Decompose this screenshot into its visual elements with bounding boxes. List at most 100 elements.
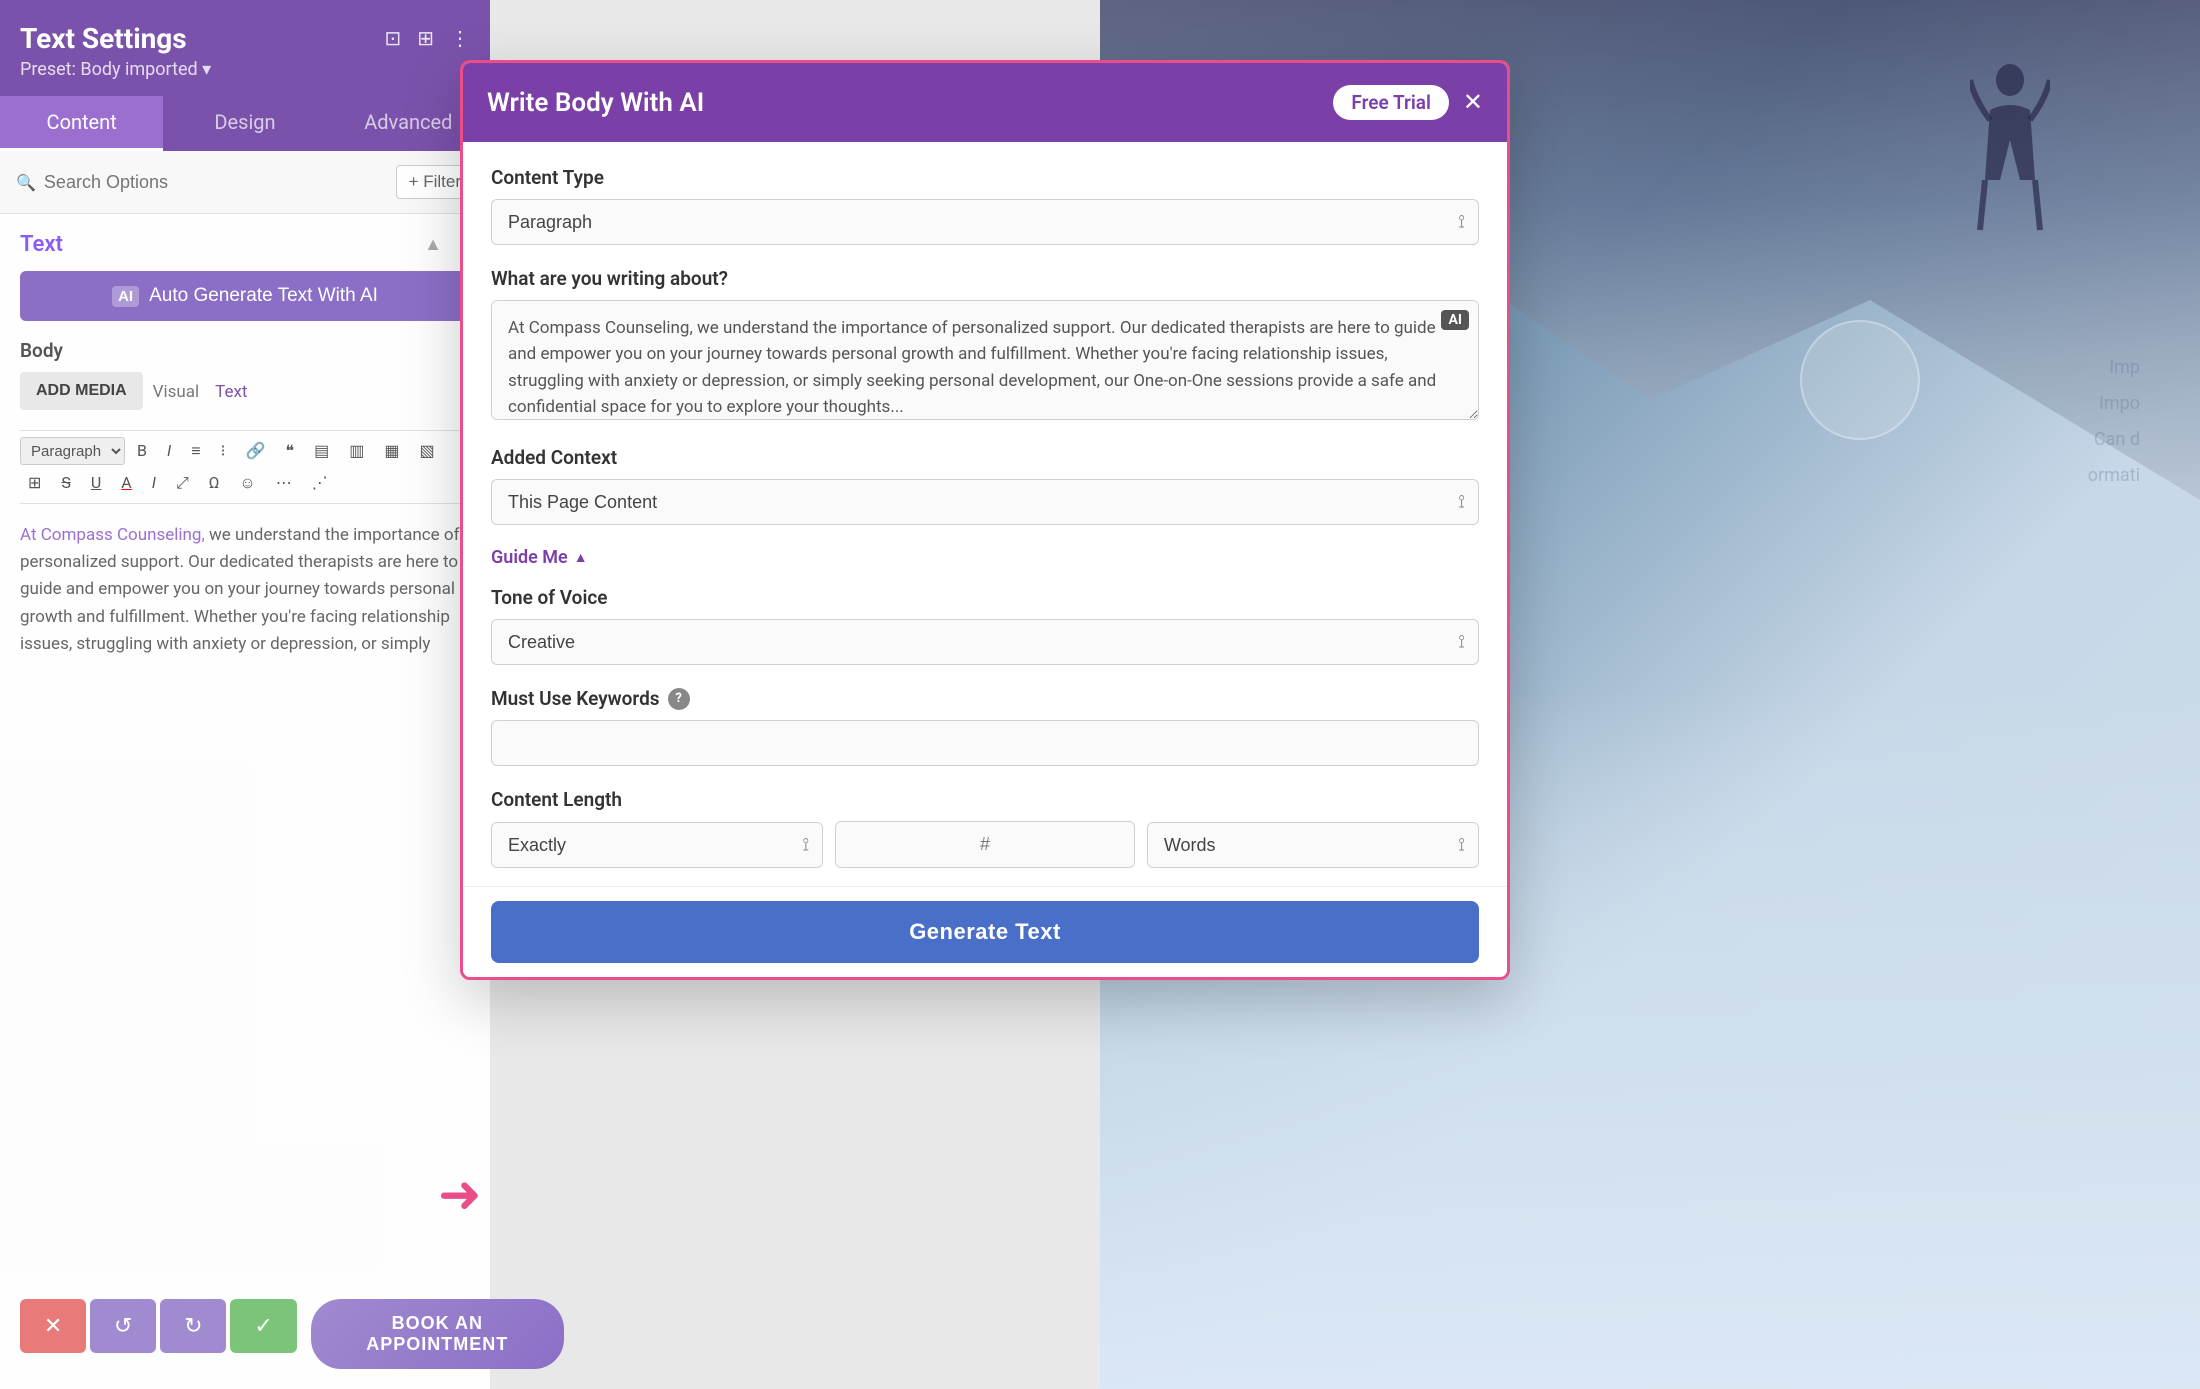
book-appointment-button[interactable]: BOOK AN APPOINTMENT bbox=[311, 1299, 564, 1369]
content-type-label: Content Type bbox=[491, 166, 1479, 189]
right-faint-text: ImpImpoCan dormati bbox=[1840, 350, 2140, 494]
modal-title: Write Body With AI bbox=[487, 88, 704, 118]
modal-header-right: Free Trial ✕ bbox=[1333, 85, 1483, 120]
align-center-button[interactable]: ▥ bbox=[341, 437, 372, 465]
panel-search-bar: 🔍 + Filter bbox=[0, 151, 490, 214]
expand-icon[interactable]: ⊡ bbox=[384, 26, 401, 50]
generate-text-button[interactable]: Generate Text bbox=[491, 901, 1479, 963]
person-silhouette bbox=[1970, 60, 2050, 240]
tab-design[interactable]: Design bbox=[163, 96, 326, 151]
keywords-group: Must Use Keywords ? bbox=[491, 687, 1479, 766]
content-type-group: Content Type Paragraph Heading List Quot… bbox=[491, 166, 1479, 245]
undo-button[interactable]: ↺ bbox=[90, 1299, 156, 1353]
arrow-indicator: ➜ bbox=[438, 1169, 482, 1221]
panel-header: Text Settings Preset: Body imported ▾ ⊡ … bbox=[0, 0, 490, 96]
added-context-select[interactable]: This Page Content None Custom bbox=[491, 479, 1479, 525]
paragraph-select[interactable]: Paragraph bbox=[20, 437, 125, 465]
modal-body: Content Type Paragraph Heading List Quot… bbox=[463, 142, 1507, 906]
grid-icon[interactable]: ⊞ bbox=[417, 26, 434, 50]
search-icon: 🔍 bbox=[16, 173, 36, 192]
tone-select-wrapper: Creative Professional Casual Formal Witt… bbox=[491, 619, 1479, 665]
keywords-label: Must Use Keywords ? bbox=[491, 687, 1479, 710]
bottom-action-bar: ✕ ↺ ↻ ✓ BOOK AN APPOINTMENT bbox=[20, 1299, 564, 1369]
bullet-list-button[interactable]: ≡ bbox=[183, 437, 208, 465]
body-label: Body bbox=[20, 339, 470, 362]
panel-title-block: Text Settings Preset: Body imported ▾ bbox=[20, 22, 384, 80]
ai-corner-icon: AI bbox=[1441, 310, 1469, 330]
add-media-button[interactable]: ADD MEDIA bbox=[20, 372, 143, 410]
length-type-select[interactable]: Exactly At Least At Most bbox=[491, 822, 823, 868]
cancel-button[interactable]: ✕ bbox=[20, 1299, 86, 1353]
redo-button[interactable]: ↻ bbox=[160, 1299, 226, 1353]
ai-badge: AI bbox=[112, 286, 139, 307]
guide-me-text: Guide Me bbox=[491, 547, 568, 568]
modal-header: Write Body With AI Free Trial ✕ bbox=[463, 63, 1507, 142]
table-button[interactable]: ⊞ bbox=[20, 469, 49, 497]
emoji-button[interactable]: ☺ bbox=[231, 469, 263, 497]
ai-generate-button[interactable]: AI Auto Generate Text With AI bbox=[20, 271, 470, 321]
italic2-button[interactable]: I bbox=[144, 469, 164, 497]
writing-about-group: What are you writing about? At Compass C… bbox=[491, 267, 1479, 424]
length-unit-select[interactable]: Words Sentences Paragraphs bbox=[1147, 822, 1479, 868]
extra1-button[interactable]: ⋰ bbox=[304, 469, 336, 497]
modal-close-button[interactable]: ✕ bbox=[1463, 91, 1483, 115]
length-number-input[interactable] bbox=[835, 821, 1135, 868]
content-type-select[interactable]: Paragraph Heading List Quote bbox=[491, 199, 1479, 245]
quote-button[interactable]: ❝ bbox=[278, 437, 303, 465]
section-title: Text bbox=[20, 232, 63, 257]
fullscreen-button[interactable]: ⤢ bbox=[168, 469, 197, 497]
tab-text[interactable]: Text bbox=[215, 382, 247, 402]
tone-of-voice-label: Tone of Voice bbox=[491, 586, 1479, 609]
tone-of-voice-group: Tone of Voice Creative Professional Casu… bbox=[491, 586, 1479, 665]
align-left-button[interactable]: ▤ bbox=[306, 437, 337, 465]
keywords-help-icon[interactable]: ? bbox=[668, 688, 690, 710]
strikethrough-button[interactable]: S bbox=[53, 469, 79, 497]
text-color-button[interactable]: A bbox=[113, 469, 139, 497]
length-unit-select-wrapper: Words Sentences Paragraphs bbox=[1147, 822, 1479, 868]
collapse-icon[interactable]: ▲ bbox=[424, 234, 442, 255]
writing-textarea-wrapper: At Compass Counseling, we understand the… bbox=[491, 300, 1479, 424]
added-context-select-wrapper: This Page Content None Custom bbox=[491, 479, 1479, 525]
underline-button[interactable]: U bbox=[83, 469, 109, 497]
panel-title: Text Settings bbox=[20, 22, 384, 55]
panel-tabs: Content Design Advanced bbox=[0, 96, 490, 151]
search-input[interactable] bbox=[44, 172, 388, 193]
cancel-icon: ✕ bbox=[44, 1313, 62, 1339]
tab-visual[interactable]: Visual bbox=[153, 382, 199, 402]
ordered-list-button[interactable]: ⁝ bbox=[213, 437, 234, 465]
tone-select[interactable]: Creative Professional Casual Formal Witt… bbox=[491, 619, 1479, 665]
content-type-select-wrapper: Paragraph Heading List Quote bbox=[491, 199, 1479, 245]
writing-about-textarea[interactable]: At Compass Counseling, we understand the… bbox=[491, 300, 1479, 420]
save-button[interactable]: ✓ bbox=[230, 1299, 296, 1353]
modal-footer: Generate Text bbox=[463, 886, 1507, 977]
content-length-row: Exactly At Least At Most Words Sentences… bbox=[491, 821, 1479, 868]
section-header: Text ▲ ⋮ bbox=[20, 232, 470, 257]
content-length-label: Content Length bbox=[491, 788, 1479, 811]
writing-about-label: What are you writing about? bbox=[491, 267, 1479, 290]
editor-tabs: Visual Text bbox=[153, 382, 248, 402]
body-text-content: At Compass Counseling, we understand the… bbox=[20, 514, 470, 674]
undo-icon: ↺ bbox=[114, 1313, 132, 1339]
added-context-group: Added Context This Page Content None Cus… bbox=[491, 446, 1479, 525]
link-button[interactable]: 🔗 bbox=[238, 437, 274, 465]
special-char-button[interactable]: Ω bbox=[201, 469, 228, 497]
more-icon[interactable]: ⋮ bbox=[450, 26, 470, 50]
left-panel: Text Settings Preset: Body imported ▾ ⊡ … bbox=[0, 0, 490, 1389]
added-context-label: Added Context bbox=[491, 446, 1479, 469]
length-type-select-wrapper: Exactly At Least At Most bbox=[491, 822, 823, 868]
panel-subtitle: Preset: Body imported ▾ bbox=[20, 59, 384, 80]
more-toolbar-button[interactable]: ⋯ bbox=[268, 469, 300, 497]
ai-generate-label: Auto Generate Text With AI bbox=[149, 285, 378, 307]
guide-arrow-icon: ▲ bbox=[574, 549, 588, 566]
align-justify-button[interactable]: ▧ bbox=[412, 437, 443, 465]
redo-icon: ↻ bbox=[184, 1313, 202, 1339]
italic-button[interactable]: I bbox=[159, 437, 179, 465]
tab-content[interactable]: Content bbox=[0, 96, 163, 151]
align-right-button[interactable]: ▦ bbox=[376, 437, 407, 465]
guide-me-link[interactable]: Guide Me ▲ bbox=[491, 547, 1479, 568]
panel-header-icons: ⊡ ⊞ ⋮ bbox=[384, 26, 470, 50]
keywords-input[interactable] bbox=[491, 720, 1479, 766]
editor-toolbar: Paragraph B I ≡ ⁝ 🔗 ❝ ▤ ▥ ▦ ▧ ⊞ S U A I … bbox=[20, 430, 470, 504]
bold-button[interactable]: B bbox=[129, 437, 155, 465]
save-icon: ✓ bbox=[254, 1313, 272, 1339]
